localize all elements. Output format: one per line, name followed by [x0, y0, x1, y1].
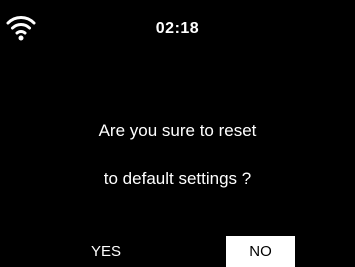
message-line-2: to default settings ? [103, 169, 252, 188]
clock-time: 02:18 [155, 20, 200, 37]
yes-button[interactable]: YES [76, 236, 136, 267]
device-screen: 02:18 Are you sure to reset to default s… [0, 0, 355, 267]
reset-confirmation-message: Are you sure to reset to default setting… [0, 107, 355, 203]
message-line-1: Are you sure to reset [98, 121, 257, 140]
no-button[interactable]: NO [226, 236, 295, 267]
